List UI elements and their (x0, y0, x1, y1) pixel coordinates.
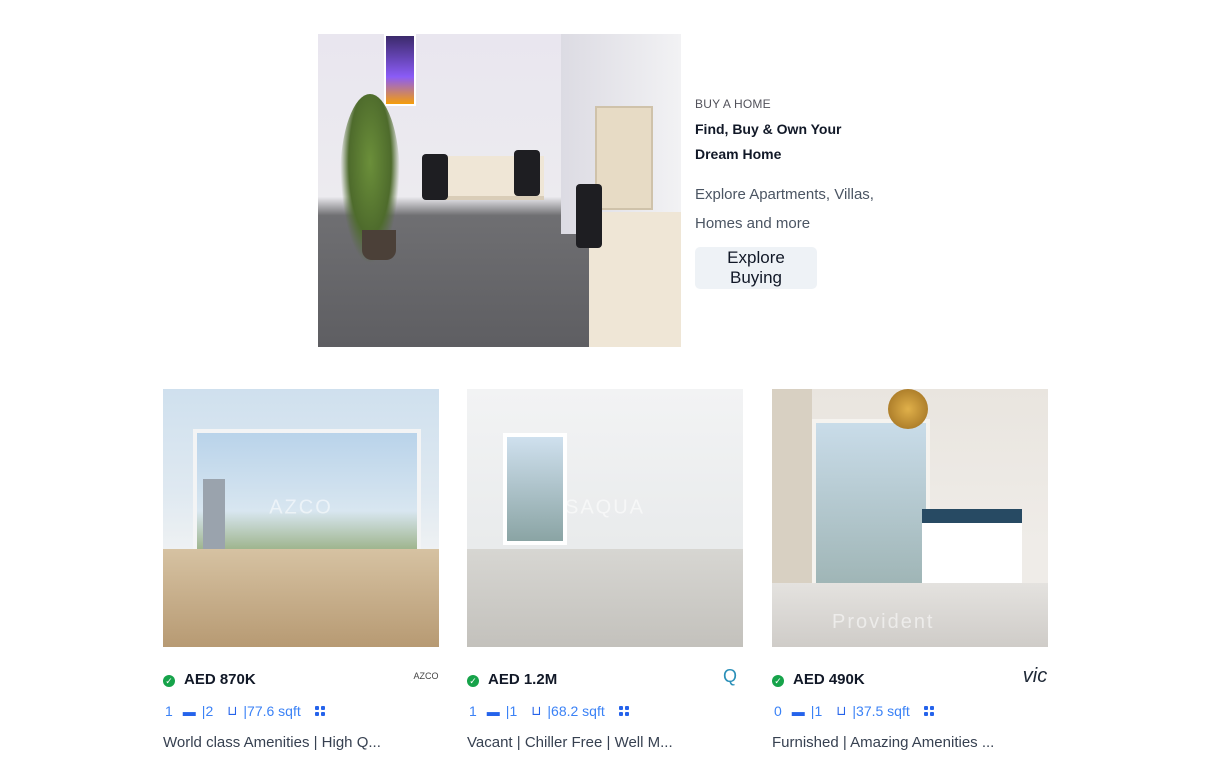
photo-watermark: Provident (832, 610, 935, 633)
bath-icon: ⊔ (531, 703, 542, 718)
listing-photo[interactable]: AZCO (163, 389, 439, 647)
area-size: 68.2 sqft (551, 703, 605, 719)
hero-eyebrow: BUY A HOME (695, 97, 771, 111)
grid-icon (314, 706, 325, 716)
explore-buying-button[interactable]: Explore Buying (695, 247, 817, 289)
bed-icon: ▬ (182, 703, 196, 719)
bathroom-count: 1 (814, 703, 823, 719)
bath-icon: ⊔ (227, 703, 238, 718)
check-circle-icon: ✓ (163, 675, 175, 687)
hero-image (318, 34, 681, 347)
listing-price: AED 490K (793, 671, 865, 688)
listing-price: AED 870K (184, 671, 256, 688)
listing-photo[interactable]: SAQUA (467, 389, 743, 647)
bed-icon: ▬ (791, 703, 805, 719)
listing-description[interactable]: Vacant | Chiller Free | Well M... (467, 734, 673, 751)
check-circle-icon: ✓ (772, 675, 784, 687)
listing-price: AED 1.2M (488, 671, 558, 688)
photo-watermark: AZCO (269, 496, 333, 519)
bed-icon: ▬ (486, 703, 500, 719)
hero-description: Explore Apartments, Villas, Homes and mo… (695, 186, 874, 232)
bedroom-count: 1 (469, 703, 477, 719)
listing-meta: 1 ▬ | 2 ⊔ | 77.6 sqft (165, 703, 325, 719)
area-size: 37.5 sqft (856, 703, 910, 719)
wall-poster (384, 34, 416, 106)
bedroom-count: 1 (165, 703, 173, 719)
bathroom-count: 2 (205, 703, 214, 719)
listing-card[interactable]: Provident ✓ AED 490K vic 0 ▬ | 1 ⊔ | 37.5 … (772, 389, 1048, 751)
grid-icon (618, 706, 629, 716)
bathroom-count: 1 (509, 703, 518, 719)
listing-card[interactable]: AZCO ✓ AED 870K AZCO 1 ▬ | 2 ⊔ | 77.6 sqft… (163, 389, 439, 751)
hero-title: Find, Buy & Own Your Dream Home (695, 121, 842, 162)
agency-logo[interactable]: AZCO (413, 661, 439, 691)
grid-icon (923, 706, 934, 716)
listing-description[interactable]: World class Amenities | High Q... (163, 734, 381, 751)
agency-logo[interactable]: Q (717, 661, 743, 691)
bath-icon: ⊔ (836, 703, 847, 718)
listing-description[interactable]: Furnished | Amazing Amenities ... (772, 734, 994, 751)
listing-meta: 1 ▬ | 1 ⊔ | 68.2 sqft (469, 703, 629, 719)
photo-watermark: SAQUA (564, 496, 646, 519)
area-size: 77.6 sqft (247, 703, 301, 719)
bedroom-count: 0 (774, 703, 782, 719)
listing-card[interactable]: SAQUA ✓ AED 1.2M Q 1 ▬ | 1 ⊔ | 68.2 sqft V… (467, 389, 743, 751)
agency-logo[interactable]: vic (1022, 661, 1048, 691)
check-circle-icon: ✓ (467, 675, 479, 687)
listing-meta: 0 ▬ | 1 ⊔ | 37.5 sqft (774, 703, 934, 719)
listing-photo[interactable]: Provident (772, 389, 1048, 647)
